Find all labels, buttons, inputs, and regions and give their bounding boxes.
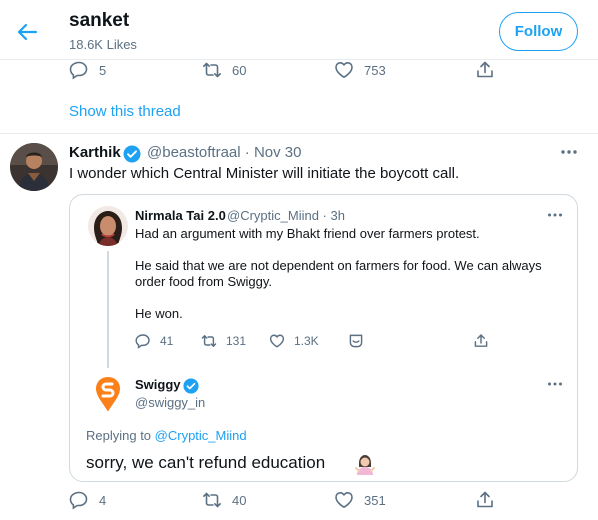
back-arrow-icon[interactable] (14, 19, 40, 45)
retweet-icon (202, 60, 222, 80)
quoted-text-line: He won. (135, 306, 183, 321)
retweet-count: 40 (232, 492, 247, 508)
like-count: 1.3K (294, 334, 319, 348)
reply-count: 5 (99, 62, 107, 78)
profile-name: sanket (69, 10, 130, 31)
author-handle-time[interactable]: @beastoftraal · Nov 30 (147, 144, 301, 161)
reply-icon (135, 333, 151, 349)
reaction-action[interactable] (348, 333, 364, 349)
like-count: 351 (364, 492, 386, 508)
share-action[interactable] (473, 333, 489, 349)
retweet-count: 60 (232, 62, 247, 78)
heart-icon (334, 490, 354, 510)
share-icon (473, 333, 489, 349)
reply-count: 4 (99, 492, 107, 508)
quoted-text-line: He said that we are not dependent on far… (135, 258, 542, 273)
follow-button[interactable]: Follow (499, 12, 578, 51)
prev-tweet-actions: 5 60 753 (69, 60, 519, 82)
divider (0, 133, 598, 134)
quoted-text-line: order food from Swiggy. (135, 274, 273, 289)
retweet-action[interactable]: 131 (201, 333, 246, 349)
verified-badge-icon (123, 145, 141, 163)
reply-action[interactable]: 4 (69, 490, 106, 510)
heart-icon (334, 60, 354, 80)
reply-author-name[interactable]: Swiggy (135, 377, 181, 392)
author-name[interactable]: Karthik (69, 144, 121, 161)
woman-shrugging-emoji-icon (354, 453, 376, 475)
swiggy-logo-icon[interactable] (88, 374, 128, 414)
more-options-icon[interactable] (546, 379, 566, 389)
retweet-icon (202, 490, 222, 510)
quoted-author-name[interactable]: Nirmala Tai 2.0 (135, 208, 226, 223)
more-options-icon[interactable] (559, 147, 579, 157)
reply-author-handle[interactable]: @swiggy_in (135, 395, 205, 410)
reply-action[interactable]: 5 (69, 60, 106, 80)
share-action[interactable] (475, 60, 495, 80)
like-action[interactable]: 351 (334, 490, 386, 510)
like-count: 753 (364, 62, 386, 78)
quoted-author-handle-time[interactable]: @Cryptic_Miind · 3h (227, 208, 345, 223)
verified-badge-icon (183, 378, 199, 394)
reply-count: 41 (160, 334, 174, 348)
tweet-text: I wonder which Central Minister will ini… (69, 165, 460, 182)
avatar[interactable] (10, 143, 58, 191)
like-action[interactable]: 753 (334, 60, 386, 80)
retweet-action[interactable]: 60 (202, 60, 246, 80)
replying-to-handle-link[interactable]: @Cryptic_Miind (155, 428, 247, 443)
reply-icon (69, 490, 89, 510)
reply-icon (69, 60, 89, 80)
like-action[interactable]: 1.3K (269, 333, 319, 349)
thread-connector-line (107, 251, 109, 368)
share-action[interactable] (475, 490, 495, 510)
more-options-icon[interactable] (546, 210, 566, 220)
smiley-icon (348, 333, 364, 349)
replying-to-label: Replying to @Cryptic_Miind (86, 428, 247, 443)
replying-prefix: Replying to (86, 428, 155, 443)
show-thread-link[interactable]: Show this thread (69, 103, 181, 120)
share-icon (475, 490, 495, 510)
share-icon (475, 60, 495, 80)
quoted-tweet-actions: 41 131 1.3K (135, 333, 495, 353)
retweet-icon (201, 333, 217, 349)
heart-icon (269, 333, 285, 349)
reply-text: sorry, we can't refund education (86, 453, 326, 472)
retweet-action[interactable]: 40 (202, 490, 246, 510)
avatar[interactable] (88, 206, 128, 246)
likes-count: 18.6K Likes (69, 37, 137, 52)
reply-action[interactable]: 41 (135, 333, 173, 349)
retweet-count: 131 (226, 334, 247, 348)
tweet-actions: 4 40 351 (69, 490, 519, 512)
quoted-text-line: Had an argument with my Bhakt friend ove… (135, 226, 480, 241)
